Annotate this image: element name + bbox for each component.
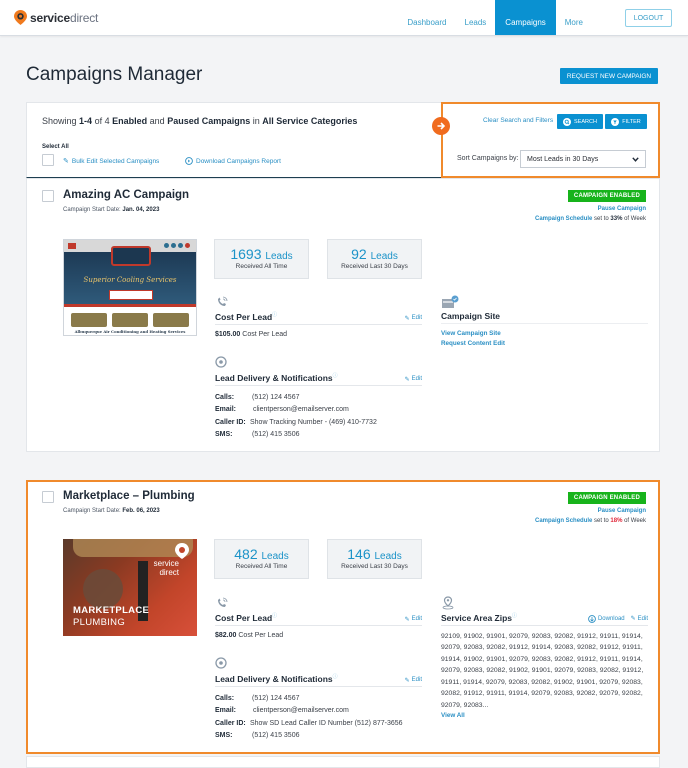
campaign-checkbox[interactable]	[42, 190, 54, 202]
search-icon	[563, 117, 572, 126]
pencil-icon: ✎	[63, 158, 69, 165]
download-circle-icon	[185, 157, 193, 165]
chevron-down-icon	[632, 156, 639, 162]
pencil-icon: ✎	[630, 616, 636, 623]
leads-30-days-stat: 92 Leads Received Last 30 Days	[327, 239, 422, 279]
campaign-site-section: Campaign Site View Campaign Site Request…	[441, 295, 648, 347]
phone-signal-icon	[215, 295, 422, 309]
cost-per-lead-section: Cost Per Leadⓘ ✎ Edit $82.00 Cost Per Lea…	[215, 596, 422, 639]
main-nav: Dashboard Leads Campaigns More	[398, 0, 592, 35]
select-all-label: Select All	[42, 144, 69, 150]
download-circle-icon	[588, 614, 596, 623]
zip-code-list: 92109, 91902, 91901, 92079, 92083, 92082…	[441, 632, 644, 709]
campaign-title[interactable]: Amazing AC Campaign	[63, 189, 189, 201]
help-icon: ⓘ	[512, 613, 518, 619]
location-pin-icon	[175, 543, 189, 559]
edit-delivery-link[interactable]: ✎ Edit	[405, 376, 422, 383]
campaign-start-date: Campaign Start Date: Feb. 06, 2023	[63, 508, 160, 514]
location-pin-icon	[215, 657, 422, 671]
caller-id-row: Caller ID: Show SD Lead Caller ID Number …	[215, 719, 403, 727]
edit-cpl-link[interactable]: ✎ Edit	[405, 315, 422, 322]
help-icon: ⓘ	[332, 674, 338, 680]
campaign-thumbnail: service direct MARKETPLACE PLUMBING	[63, 539, 197, 636]
help-icon: ⓘ	[332, 373, 338, 379]
campaign-schedule: Campaign Schedule set to 33% of Week	[535, 216, 646, 222]
servicedirect-logo[interactable]: servicedirect	[14, 10, 98, 25]
email-row: Email: clientperson@emailserver.com	[215, 707, 349, 715]
sms-row: SMS: (512) 415 3506	[215, 431, 300, 439]
campaign-card: Marketplace – Plumbing Campaign Start Da…	[26, 480, 660, 754]
next-campaign-card	[26, 756, 660, 768]
edit-cpl-link[interactable]: ✎ Edit	[405, 616, 422, 623]
campaign-start-date: Campaign Start Date: Jan. 04, 2023	[63, 207, 160, 213]
logo-text: servicedirect	[30, 10, 99, 25]
page-title: Campaigns Manager	[26, 64, 203, 85]
nav-more[interactable]: More	[556, 0, 592, 35]
cost-per-lead-section: Cost Per Leadⓘ ✎ Edit $105.00 Cost Per Le…	[215, 295, 422, 338]
sort-label: Sort Campaigns by:	[457, 155, 519, 162]
sms-row: SMS: (512) 415 3506	[215, 732, 300, 740]
calls-row: Calls: (512) 124 4567	[215, 393, 300, 401]
sort-select[interactable]: Most Leads in 30 Days	[520, 150, 646, 168]
location-pin-icon	[215, 356, 422, 370]
download-zips-link[interactable]: Download	[588, 614, 625, 623]
pause-campaign-link[interactable]: Pause Campaign	[598, 206, 646, 212]
campaign-schedule: Campaign Schedule set to 18% of Week	[535, 518, 646, 524]
status-badge: CAMPAIGN ENABLED	[567, 492, 646, 504]
edit-delivery-link[interactable]: ✎ Edit	[405, 677, 422, 684]
leads-all-time-stat: 482 Leads Received All Time	[214, 539, 309, 579]
pencil-icon: ✎	[404, 376, 410, 383]
campaign-checkbox[interactable]	[42, 491, 54, 503]
top-navbar: servicedirect Dashboard Leads Campaigns …	[0, 0, 688, 36]
edit-zips-link[interactable]: ✎ Edit	[631, 615, 648, 623]
pencil-icon: ✎	[404, 616, 410, 623]
download-report-link[interactable]: Download Campaigns Report	[185, 157, 281, 165]
map-pin-icon	[441, 596, 648, 610]
website-icon	[441, 295, 648, 309]
leads-all-time-stat: 1693 Leads Received All Time	[214, 239, 309, 279]
filter-button[interactable]: FILTER	[605, 114, 647, 129]
help-icon: ⓘ	[272, 312, 278, 318]
campaign-card: Amazing AC Campaign Campaign Start Date:…	[26, 178, 660, 452]
filter-icon	[611, 117, 620, 126]
bulk-edit-link[interactable]: ✎ Bulk Edit Selected Campaigns	[63, 157, 159, 166]
logout-button[interactable]: LOGOUT	[625, 9, 672, 27]
select-all-checkbox[interactable]	[42, 154, 54, 166]
campaign-site-thumbnail[interactable]: Superior Cooling Services Albuquerque Ai…	[63, 239, 197, 336]
pause-campaign-link[interactable]: Pause Campaign	[598, 508, 646, 514]
request-new-campaign-button[interactable]: REQUEST NEW CAMPAIGN	[560, 68, 658, 84]
lead-delivery-section: Lead Delivery & Notificationsⓘ ✎ Edit Cal…	[215, 356, 422, 441]
campaign-schedule-link[interactable]: Campaign Schedule	[535, 216, 592, 222]
status-badge: CAMPAIGN ENABLED	[567, 190, 646, 202]
campaign-title[interactable]: Marketplace – Plumbing	[63, 490, 195, 502]
cost-per-lead-value: $82.00 Cost Per Lead	[215, 631, 284, 639]
leads-30-days-stat: 146 Leads Received Last 30 Days	[327, 539, 422, 579]
pencil-icon: ✎	[404, 315, 410, 322]
nav-campaigns[interactable]: Campaigns	[495, 0, 556, 35]
request-content-edit-link[interactable]: Request Content Edit	[441, 340, 648, 347]
phone-signal-icon	[215, 596, 422, 610]
view-all-zips-link[interactable]: View All	[441, 712, 648, 719]
calls-row: Calls: (512) 124 4567	[215, 694, 300, 702]
clear-search-filters-link[interactable]: Clear Search and Filters	[483, 117, 553, 124]
campaign-schedule-link[interactable]: Campaign Schedule	[535, 518, 592, 524]
help-icon: ⓘ	[272, 613, 278, 619]
cost-per-lead-value: $105.00 Cost Per Lead	[215, 330, 288, 338]
nav-leads[interactable]: Leads	[456, 0, 496, 35]
service-area-zips-section: Service Area Zipsⓘ Download ✎ Edit 92109,…	[441, 596, 648, 719]
arrow-right-icon	[432, 117, 450, 135]
email-row: Email: clientperson@emailserver.com	[215, 406, 349, 414]
nav-dashboard[interactable]: Dashboard	[398, 0, 455, 35]
search-filter-box: Clear Search and Filters SEARCH FILTER S…	[441, 102, 660, 178]
location-pin-logo-icon	[14, 10, 27, 25]
caller-id-row: Caller ID: Show Tracking Number - (469) 4…	[215, 418, 377, 426]
view-campaign-site-link[interactable]: View Campaign Site	[441, 330, 648, 337]
lead-delivery-section: Lead Delivery & Notificationsⓘ ✎ Edit Cal…	[215, 657, 422, 742]
search-button[interactable]: SEARCH	[557, 114, 603, 129]
pencil-icon: ✎	[404, 677, 410, 684]
showing-summary: Showing 1-4 of 4 Enabled and Paused Camp…	[42, 116, 358, 126]
